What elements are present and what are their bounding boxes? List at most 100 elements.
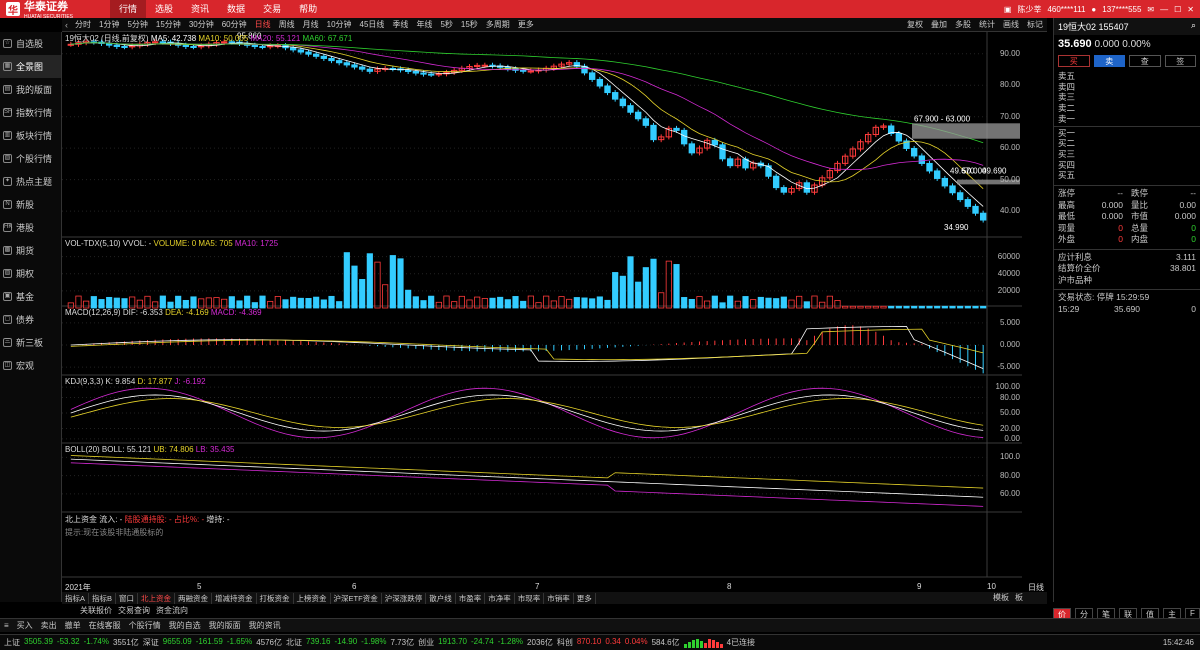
buy-button[interactable]: 买 [1058,55,1090,67]
sell-button[interactable]: 卖 [1093,55,1125,67]
sign-button[interactable]: 签 [1164,55,1196,67]
sidebar-item-1[interactable]: ▦ 全景图 [0,55,61,78]
period-2[interactable]: 5分钟 [123,19,151,30]
trade-bar-item-7[interactable]: 我的资讯 [249,620,281,631]
chart-tool-5[interactable]: 标记 [1023,19,1047,30]
indicator-tab-1[interactable]: 指标B [89,592,117,604]
trade-bar-item-1[interactable]: 卖出 [41,620,57,631]
sidebar-item-9[interactable]: ▩ 期货 [0,239,61,262]
indicator-tab-13[interactable]: 市现率 [515,592,545,604]
mail-icon[interactable]: ✉ [1147,5,1154,14]
sidebar-item-2[interactable]: ▤ 我的版面 [0,78,61,101]
chevron-left-icon[interactable]: ‹ [62,20,71,30]
sidebar-item-4[interactable]: ▥ 板块行情 [0,124,61,147]
period-10[interactable]: 45日线 [356,19,389,30]
chart-tool-3[interactable]: 统计 [975,19,999,30]
menu-item-0[interactable]: 行情 [110,0,147,18]
period-6[interactable]: 日线 [251,19,275,30]
sidebar-item-11[interactable]: ▣ 基金 [0,285,61,308]
indicator-tab-11[interactable]: 市盈率 [456,592,486,604]
sidebar-item-6[interactable]: ✦ 热点主题 [0,170,61,193]
trade-bar-item-4[interactable]: 个股行情 [129,620,161,631]
sub-tab-1[interactable]: 交易查询 [118,605,150,617]
sidebar-item-8[interactable]: HK 港股 [0,216,61,239]
query-button[interactable]: 查 [1129,55,1161,67]
index-quote-4[interactable]: 科创 870.10 0.34 0.04% 584.6亿 [557,637,680,648]
indicator-tab-2[interactable]: 窗口 [116,592,139,604]
index-quote-2[interactable]: 北证 739.16 -14.90 -1.98% 7.73亿 [286,637,414,648]
indicator-tab-3[interactable]: 北上资金 [138,592,176,604]
chart-tool-2[interactable]: 多股 [951,19,975,30]
trade-menu-icon[interactable]: ≡ [4,621,9,630]
window-icon[interactable]: ▣ [1004,5,1012,14]
period-7[interactable]: 周线 [275,19,299,30]
macd-dif-line [70,326,984,370]
period-15[interactable]: 多周期 [482,19,514,30]
period-16[interactable]: 更多 [514,19,538,30]
period-8[interactable]: 月线 [299,19,323,30]
trade-bar-item-0[interactable]: 买入 [17,620,33,631]
template-button[interactable]: 模板 [993,592,1009,603]
minimize-icon[interactable]: — [1160,5,1168,14]
indicator-tab-14[interactable]: 市销率 [544,592,574,604]
candle [481,64,489,67]
user-account2[interactable]: 137****555 [1102,5,1141,14]
menu-item-1[interactable]: 选股 [146,0,182,18]
period-11[interactable]: 季线 [388,19,412,30]
sidebar-item-14[interactable]: ◫ 宏观 [0,354,61,377]
indicator-tab-5[interactable]: 增减持资金 [212,592,257,604]
trade-bar-item-5[interactable]: 我的自选 [169,620,201,631]
menu-item-2[interactable]: 资讯 [182,0,218,18]
menu-item-5[interactable]: 帮助 [290,0,326,18]
indicator-tab-15[interactable]: 更多 [574,592,596,604]
period-13[interactable]: 5秒 [436,19,456,30]
index-quote-3[interactable]: 创业 1913.70 -24.74 -1.28% 2036亿 [418,637,553,648]
chart-tool-1[interactable]: 叠加 [927,19,951,30]
volume-bar [366,253,373,309]
index-quote-1[interactable]: 深证 9655.09 -161.59 -1.65% 4576亿 [143,637,282,648]
sidebar-item-5[interactable]: ▧ 个股行情 [0,147,61,170]
chart-tool-4[interactable]: 画线 [999,19,1023,30]
close-icon[interactable]: ✕ [1187,5,1194,14]
period-4[interactable]: 30分钟 [185,19,218,30]
sidebar-item-10[interactable]: ▨ 期权 [0,262,61,285]
index-quote-0[interactable]: 上证 3505.39 -53.32 -1.74% 3551亿 [4,637,139,648]
indicator-tab-10[interactable]: 散户线 [426,592,456,604]
brand-name: 华泰证券 [24,1,68,13]
indicator-tab-6[interactable]: 打板资金 [257,592,294,604]
sidebar-item-12[interactable]: ▢ 债券 [0,308,61,331]
sidebar-item-0[interactable]: ☆ 自选股 [0,32,61,55]
user-account[interactable]: 460****111 [1047,5,1085,14]
indicator-tab-4[interactable]: 两融资金 [175,592,213,604]
trade-bar-item-6[interactable]: 我的版面 [209,620,241,631]
chart-tool-0[interactable]: 复权 [903,19,927,30]
indicator-tab-9[interactable]: 沪深涨跌停 [382,592,427,604]
main-axis-tick: 90.00 [999,48,1020,58]
indicator-tab-0[interactable]: 指标A [62,592,90,604]
sub-tab-2[interactable]: 资金流向 [156,605,188,617]
maximize-icon[interactable]: ☐ [1174,5,1181,14]
period-1[interactable]: 1分钟 [95,19,123,30]
user-name[interactable]: 陈少莘 [1017,4,1041,15]
trade-bar-item-2[interactable]: 撤单 [65,620,81,631]
sidebar-item-13[interactable]: 三新三板 [0,331,61,354]
sub-tab-0[interactable]: 关联报价 [80,605,112,617]
user-icon[interactable]: ● [1091,5,1096,14]
period-0[interactable]: 分时 [71,19,95,30]
period-14[interactable]: 15秒 [457,19,482,30]
period-5[interactable]: 60分钟 [218,19,251,30]
indicator-tab-12[interactable]: 市净率 [485,592,515,604]
indicator-tab-7[interactable]: 上榜资金 [294,592,331,604]
indicator-tab-8[interactable]: 沪深ETF资金 [331,592,382,604]
period-12[interactable]: 年线 [412,19,436,30]
search-icon[interactable]: ⌕ [1191,20,1196,33]
sidebar-item-7[interactable]: N 新股 [0,193,61,216]
menu-item-3[interactable]: 数据 [218,0,254,18]
period-9[interactable]: 10分钟 [323,19,356,30]
sidebar-item-3[interactable]: SH 指数行情 [0,101,61,124]
menu-item-4[interactable]: 交易 [254,0,290,18]
period-3[interactable]: 15分钟 [152,19,185,30]
chart-area[interactable]: 95.860 67.900 - 63.000 49.670 50.000 49.690 3… [62,32,1044,592]
board-button[interactable]: 板 [1015,592,1023,603]
trade-bar-item-3[interactable]: 在线客服 [89,620,121,631]
